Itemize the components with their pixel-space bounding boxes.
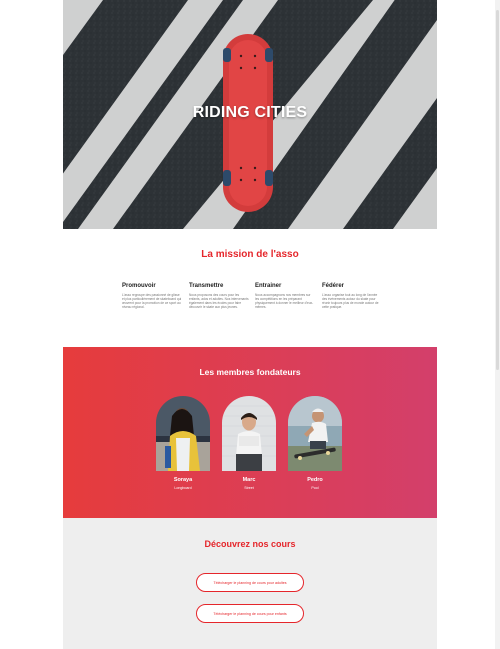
mission-column-text: Nous proposons des cours pour les enfant… xyxy=(189,293,249,309)
member-name: Marc xyxy=(242,477,256,483)
mission-column-federer: Fédérer L'asso organise tout au long de … xyxy=(322,283,382,309)
member-photo xyxy=(288,396,342,471)
member-photo xyxy=(156,396,210,471)
founders-title: Les membres fondateurs xyxy=(199,367,301,377)
member-card-pedro: Pedro Pool xyxy=(288,396,342,490)
member-name: Pedro xyxy=(307,477,323,483)
mission-title: La mission de l'asso xyxy=(201,249,299,260)
scrollbar-thumb[interactable] xyxy=(496,10,499,370)
courses-title: Découvrez nos cours xyxy=(204,539,296,549)
mission-column-promouvoir: Promouvoir L'asso regroupe des passionné… xyxy=(122,283,182,309)
scrollbar[interactable] xyxy=(495,0,500,649)
mission-column-text: Nous accompagnons nos membres sur les co… xyxy=(255,293,314,309)
mission-column-entrainer: Entrainer Nous accompagnons nos membres … xyxy=(255,283,315,309)
mission-column-heading: Entrainer xyxy=(255,283,282,289)
page: RIDING CITIES La mission de l'asso Promo… xyxy=(63,0,437,649)
mission-column-heading: Promouvoir xyxy=(122,283,156,289)
member-name: Soraya xyxy=(173,477,193,483)
mission-column-text: L'asso regroupe des passionné de glisse … xyxy=(122,293,182,309)
download-adults-schedule-button[interactable]: Télécharger le planning de cours pour ad… xyxy=(196,573,304,592)
mission-column-heading: Fédérer xyxy=(322,283,345,289)
mission-column-transmettre: Transmettre Nous proposons des cours pou… xyxy=(189,283,249,309)
mission-column-heading: Transmettre xyxy=(189,283,224,289)
member-card-soraya: Soraya Longboard xyxy=(156,396,210,490)
hero-banner: RIDING CITIES xyxy=(63,0,437,229)
member-role: Longboard xyxy=(174,486,192,490)
mission-column-text: L'asso organise tout au long de l'année … xyxy=(322,293,379,309)
skateboard-graphic xyxy=(223,34,273,212)
member-role: Pool xyxy=(311,486,319,490)
member-card-marc: Marc Street xyxy=(222,396,276,490)
courses-section: Découvrez nos cours Télécharger le plann… xyxy=(63,518,437,649)
download-kids-schedule-button[interactable]: Télécharger le planning de cours pour en… xyxy=(196,604,304,623)
member-photo xyxy=(222,396,276,471)
member-role: Street xyxy=(244,486,254,490)
founders-section: Les membres fondateurs Soraya Longboard xyxy=(63,347,437,518)
mission-columns: Promouvoir L'asso regroupe des passionné… xyxy=(122,283,382,333)
hero-title: RIDING CITIES xyxy=(192,104,308,121)
